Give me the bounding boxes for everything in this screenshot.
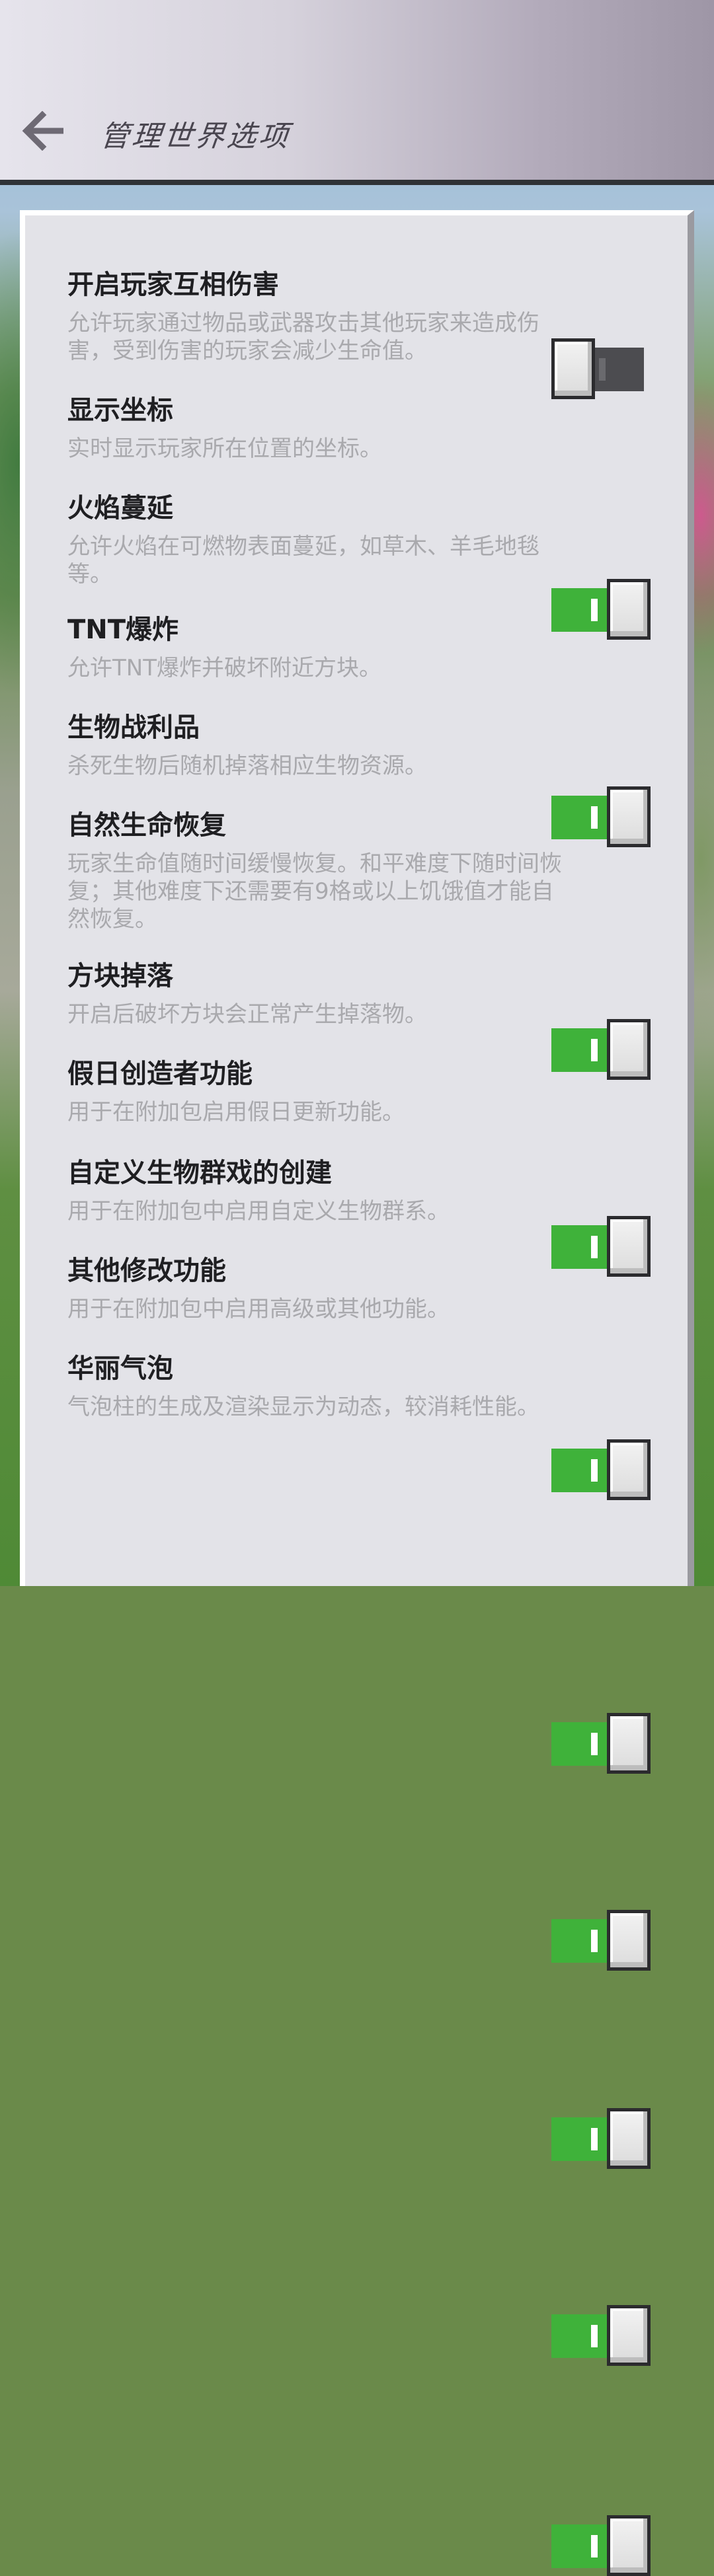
- toggle-natural-regeneration[interactable]: [551, 1439, 651, 1500]
- option-description: 允许玩家通过物品或武器攻击其他玩家来造成伤害，受到伤害的玩家会减少生命值。: [67, 310, 539, 364]
- toggle-thumb: [607, 1019, 651, 1080]
- toggle-thumb: [607, 1439, 651, 1500]
- toggle-other-modifications[interactable]: [551, 2305, 651, 2366]
- toggle-indicator: [591, 1459, 598, 1482]
- option-label: 方块掉落: [67, 961, 173, 991]
- option-label: 显示坐标: [67, 395, 173, 426]
- toggle-indicator: [591, 1236, 598, 1258]
- option-label: TNT爆炸: [67, 615, 179, 645]
- toggle-tile-drops[interactable]: [551, 1713, 651, 1774]
- option-description: 实时显示玩家所在位置的坐标。: [67, 436, 382, 462]
- toggle-indicator: [591, 1733, 598, 1755]
- toggle-indicator: [591, 2128, 598, 2150]
- toggle-thumb: [551, 338, 595, 399]
- back-button[interactable]: [20, 110, 66, 151]
- option-label: 假日创造者功能: [67, 1059, 253, 1089]
- option-description: 允许火焰在可燃物表面蔓延，如草木、羊毛地毯等。: [67, 533, 539, 587]
- option-description: 杀死生物后随机掉落相应生物资源。: [67, 753, 427, 779]
- toggle-thumb: [607, 579, 651, 640]
- toggle-fire-spread[interactable]: [551, 786, 651, 847]
- toggle-indicator: [591, 1039, 598, 1061]
- toggle-thumb: [607, 786, 651, 847]
- option-label: 生物战利品: [67, 712, 200, 743]
- option-label: 其他修改功能: [67, 1256, 226, 1286]
- option-description: 用于在附加包中启用高级或其他功能。: [67, 1296, 450, 1322]
- toggle-indicator: [591, 2535, 598, 2557]
- toggle-fancy-bubbles[interactable]: [551, 2515, 651, 2576]
- toggle-thumb: [607, 2515, 651, 2576]
- toggle-indicator: [591, 599, 598, 621]
- toggle-thumb: [607, 2108, 651, 2169]
- option-label: 自定义生物群戏的创建: [67, 1158, 332, 1188]
- toggle-pvp[interactable]: [551, 338, 648, 399]
- toggle-thumb: [607, 1216, 651, 1277]
- toggle-indicator: [591, 806, 598, 829]
- option-description: 用于在附加包中启用自定义生物群系。: [67, 1198, 450, 1225]
- toggle-holiday-creator-features[interactable]: [551, 1910, 651, 1971]
- option-description: 玩家生命值随时间缓慢恢复。和平难度下随时间恢复；其他难度下还需要有9格或以上饥饿…: [67, 851, 562, 932]
- option-description: 气泡柱的生成及渲染显示为动态，较消耗性能。: [67, 1394, 539, 1420]
- option-label: 火焰蔓延: [67, 493, 173, 523]
- toggle-thumb: [607, 2305, 651, 2366]
- toggle-custom-biomes[interactable]: [551, 2108, 651, 2169]
- toggle-indicator: [599, 358, 606, 381]
- option-description: 允许TNT爆炸并破坏附近方块。: [67, 655, 381, 681]
- toggle-thumb: [607, 1713, 651, 1774]
- option-label: 自然生命恢复: [67, 810, 226, 841]
- option-description: 用于在附加包启用假日更新功能。: [67, 1099, 405, 1125]
- toggle-indicator: [591, 1930, 598, 1952]
- option-label: 华丽气泡: [67, 1353, 173, 1384]
- toggle-thumb: [607, 1910, 651, 1971]
- options-panel: 开启玩家互相伤害 允许玩家通过物品或武器攻击其他玩家来造成伤害，受到伤害的玩家会…: [20, 210, 694, 2576]
- option-label: 开启玩家互相伤害: [67, 270, 279, 300]
- page-title: 管理世界选项: [98, 120, 293, 153]
- arrow-left-icon: [22, 110, 63, 151]
- toggle-indicator: [591, 2325, 598, 2347]
- option-description: 开启后破坏方块会正常产生掉落物。: [67, 1001, 427, 1028]
- top-bar: 管理世界选项: [0, 0, 714, 185]
